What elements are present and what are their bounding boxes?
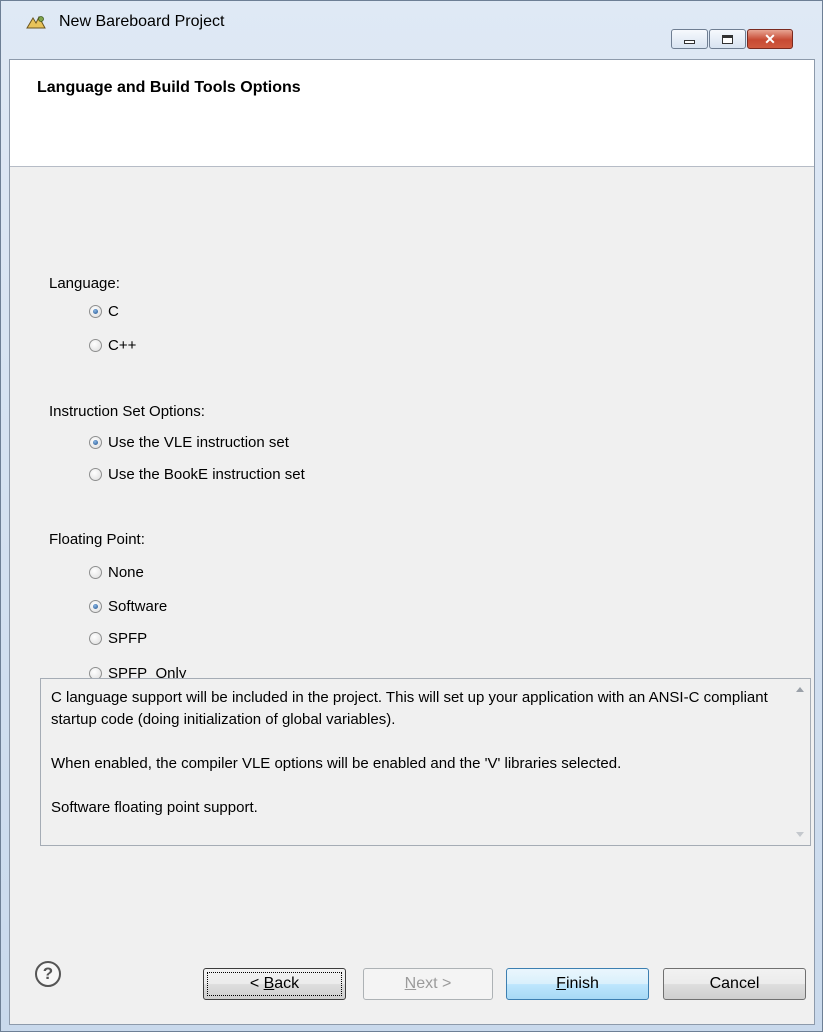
- radio-icon: [89, 467, 102, 481]
- radio-icon: [89, 631, 102, 645]
- window-title: New Bareboard Project: [59, 13, 225, 30]
- radio-label: Software: [108, 597, 168, 615]
- close-button[interactable]: ✕: [747, 29, 793, 49]
- radio-label: Use the VLE instruction set: [108, 433, 289, 451]
- language-label: Language:: [49, 275, 120, 292]
- radio-label: C: [108, 302, 119, 320]
- radio-language-cpp[interactable]: C++: [89, 335, 136, 355]
- radio-icon: [89, 304, 102, 318]
- radio-fp-software[interactable]: Software: [89, 596, 167, 616]
- wizard-body: Language: C C++ Instruction Set Options:…: [10, 167, 814, 1024]
- floating-point-label: Floating Point:: [49, 531, 145, 548]
- focus-rectangle: [207, 972, 342, 996]
- minimize-icon: [672, 30, 707, 48]
- finish-button-label: Finish: [556, 975, 599, 992]
- radio-label: Use the BookE instruction set: [108, 465, 305, 483]
- radio-fp-none[interactable]: None: [89, 562, 144, 582]
- radio-icon: [89, 599, 102, 613]
- radio-label: None: [108, 563, 144, 581]
- wizard-header: Language and Build Tools Options: [10, 60, 814, 167]
- scroll-up-icon[interactable]: [796, 687, 804, 692]
- radio-language-c[interactable]: C: [89, 301, 119, 321]
- description-text: C language support will be included in t…: [51, 687, 771, 841]
- radio-instruction-booke[interactable]: Use the BookE instruction set: [89, 464, 305, 484]
- description-box[interactable]: C language support will be included in t…: [40, 678, 811, 846]
- help-icon: ?: [42, 964, 54, 983]
- wizard-icon: [26, 15, 46, 29]
- next-button[interactable]: Next >: [363, 968, 493, 1000]
- finish-button[interactable]: Finish: [506, 968, 649, 1000]
- radio-instruction-vle[interactable]: Use the VLE instruction set: [89, 432, 289, 452]
- help-button[interactable]: ?: [35, 961, 61, 987]
- radio-label: SPFP: [108, 629, 148, 647]
- page-title: Language and Build Tools Options: [37, 79, 301, 96]
- back-button[interactable]: < Back: [203, 968, 346, 1000]
- next-button-label: Next >: [404, 975, 452, 992]
- radio-icon: [89, 435, 102, 449]
- maximize-icon: [710, 30, 745, 48]
- title-bar[interactable]: New Bareboard Project ✕: [1, 1, 822, 49]
- radio-icon: [89, 565, 102, 579]
- description-paragraph: Software floating point support.: [51, 799, 258, 816]
- close-icon: ✕: [764, 30, 776, 47]
- description-paragraph: C language support will be included in t…: [51, 689, 768, 728]
- minimize-button[interactable]: [671, 29, 708, 49]
- cancel-button[interactable]: Cancel: [663, 968, 806, 1000]
- cancel-button-label: Cancel: [709, 975, 760, 992]
- maximize-button[interactable]: [709, 29, 746, 49]
- wizard-window: New Bareboard Project ✕ Language and Bui…: [0, 0, 823, 1032]
- radio-fp-spfp[interactable]: SPFP: [89, 628, 147, 648]
- description-paragraph: When enabled, the compiler VLE options w…: [51, 755, 622, 772]
- scroll-down-icon[interactable]: [796, 832, 804, 837]
- description-scrollbar[interactable]: [792, 679, 810, 845]
- radio-icon: [89, 338, 102, 352]
- radio-label: C++: [108, 336, 137, 354]
- wizard-client-area: Language and Build Tools Options Languag…: [9, 59, 815, 1025]
- instruction-set-label: Instruction Set Options:: [49, 403, 205, 420]
